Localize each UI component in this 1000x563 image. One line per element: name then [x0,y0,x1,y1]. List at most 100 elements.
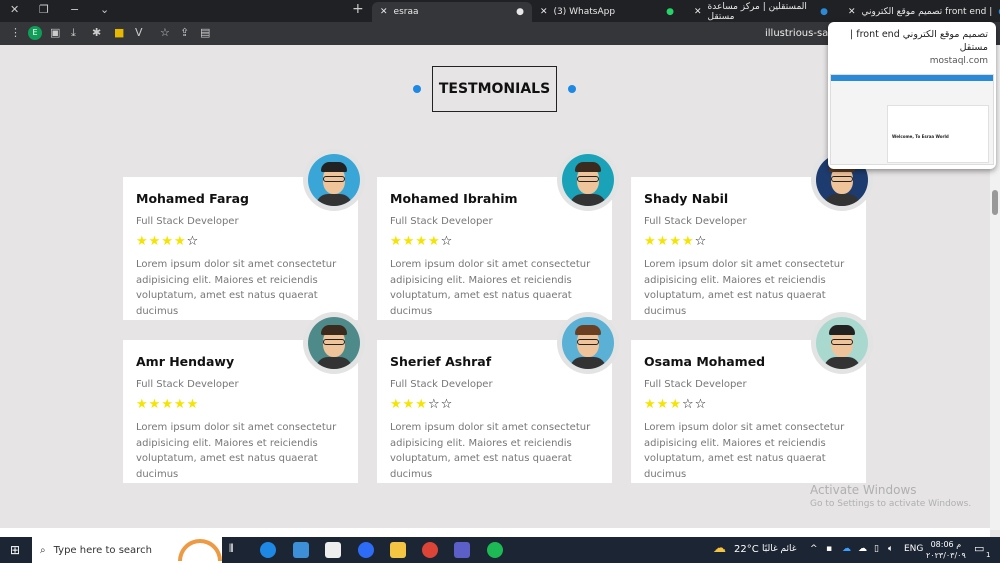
tab-label: (3) WhatsApp [553,7,616,17]
star-filled-icon: ★ [644,397,657,412]
language-indicator[interactable]: ENG [904,544,923,554]
sidebar-icon[interactable]: ▣ [50,26,60,39]
tab-whatsapp[interactable]: ✕ (3) WhatsApp ● [532,2,682,22]
chrome-icon[interactable] [422,542,438,558]
clock-time: 08:06 م [930,540,962,549]
heading-dot-right [568,85,576,93]
star-filled-icon: ★ [681,234,695,249]
extensions-icon[interactable]: ✱ [92,26,101,39]
tab-label: المستقلين | مركز مساعدة مستقل [707,2,807,22]
star-filled-icon: ★ [136,397,149,412]
mostaql-icon: ● [820,7,828,17]
star-filled-icon: ★ [669,397,682,412]
avatar [303,312,365,374]
star-filled-icon: ★ [656,397,670,412]
testimonial-text: Lorem ipsum dolor sit amet consectetur a… [136,259,337,317]
preview-text: Welcome, To Esraa World [892,134,949,139]
weather-text[interactable]: غائم غالبًا [762,544,796,554]
clock-date: ٢٠٢٣/٠٣/٠٩ [926,551,966,560]
watermark-subtitle: Go to Settings to activate Windows. [810,499,972,509]
star-filled-icon: ★ [173,234,187,249]
clock[interactable]: 08:06 م ٢٠٢٣/٠٣/٠٩ [926,539,966,561]
testimonial-text: Lorem ipsum dolor sit amet consectetur a… [644,259,845,317]
menu-icon[interactable]: ⋮ [10,26,21,39]
task-view-icon[interactable]: ⫴ [229,542,234,556]
close-tab-icon[interactable]: ✕ [380,7,388,17]
volume-icon[interactable]: 🔈︎ [888,544,893,554]
star-filled-icon: ★ [656,234,670,249]
testimonial-text: Lorem ipsum dolor sit amet consectetur a… [390,422,591,480]
star-filled-icon: ★ [148,234,162,249]
star-empty-icon: ☆ [694,397,708,412]
vue-extension-icon[interactable]: V [135,26,143,39]
star-filled-icon: ★ [415,234,428,249]
file-explorer-icon[interactable] [390,542,406,558]
star-filled-icon: ★ [390,397,403,412]
extension-icon[interactable]: ■ [114,26,124,39]
activate-windows-watermark: Activate Windows Go to Settings to activ… [810,483,971,509]
onedrive-personal-icon[interactable]: ☁ [858,544,867,554]
edge-icon[interactable] [260,542,276,558]
tray-app-icon[interactable]: ▪ [826,544,832,554]
star-filled-icon: ★ [402,397,416,412]
testimonial-role: Full Stack Developer [644,216,747,227]
testimonial-role: Full Stack Developer [136,379,239,390]
weather-temp[interactable]: 22°C [734,544,759,555]
bookmark-star-icon[interactable]: ☆ [160,26,170,39]
testimonial-text: Lorem ipsum dolor sit amet consectetur a… [390,259,591,317]
close-tab-icon[interactable]: ✕ [848,7,856,17]
close-tab-icon[interactable]: ✕ [540,7,548,17]
hover-card-title: تصميم موقع الكتروني front end | مستقل [849,29,988,53]
rainbow-icon [178,539,222,561]
star-empty-icon: ☆ [681,397,695,412]
minimize-window-icon[interactable]: − [70,3,79,16]
share-icon[interactable]: ⇪ [180,26,189,39]
mail-icon[interactable] [293,542,309,558]
scrollbar-thumb[interactable] [992,190,998,215]
onedrive-icon[interactable]: ☁ [842,544,851,554]
whatsapp-icon: ● [666,7,674,17]
zoom-icon[interactable] [358,542,374,558]
close-window-icon[interactable]: ✕ [10,3,19,16]
close-tab-icon[interactable]: ✕ [694,7,702,17]
teams-icon[interactable] [454,542,470,558]
avatar [811,312,873,374]
star-filled-icon: ★ [161,397,174,412]
star-empty-icon: ☆ [694,234,708,249]
star-filled-icon: ★ [644,234,657,249]
star-filled-icon: ★ [415,397,428,412]
tab-esraa[interactable]: ✕ esraa ● [372,2,532,22]
search-placeholder: Type here to search [53,544,152,556]
hover-card-preview: Welcome, To Esraa World [830,74,994,165]
profile-avatar[interactable]: E [28,26,42,40]
tab-mostaql-help[interactable]: ✕ المستقلين | مركز مساعدة مستقل ● [686,2,836,22]
reader-icon[interactable]: ▤ [200,26,210,39]
tab-label: تصميم موقع الكتروني front end | [861,7,993,17]
restore-window-icon[interactable]: ❐ [39,3,49,16]
rating-stars: ★★★★☆ [390,234,599,250]
notification-icon[interactable]: ▭ [974,542,984,555]
tray-chevron-icon[interactable]: ^ [810,544,818,554]
store-icon[interactable] [325,542,341,558]
rating-stars: ★★★★☆ [644,234,853,250]
star-filled-icon: ★ [390,234,403,249]
tab-hover-card: تصميم موقع الكتروني front end | مستقل mo… [828,22,996,169]
testimonial-role: Full Stack Developer [390,379,493,390]
tab-mostaql-project[interactable]: ✕ تصميم موقع الكتروني front end | ● [840,2,1000,22]
new-tab-button[interactable]: + [352,1,364,17]
testimonial-role: Full Stack Developer [390,216,493,227]
battery-icon[interactable]: ▯ [874,544,879,554]
taskbar-search[interactable]: ⌕ Type here to search [32,537,222,563]
section-title: TESTMONIALS [432,66,557,112]
avatar [557,149,619,211]
star-empty-icon: ☆ [440,397,454,412]
testimonial-role: Full Stack Developer [136,216,239,227]
spotify-icon[interactable] [487,542,503,558]
tab-search-icon[interactable]: ⌄ [100,3,109,16]
download-icon[interactable]: ⤓ [71,26,76,40]
avatar [557,312,619,374]
testimonial-role: Full Stack Developer [644,379,747,390]
windows-start-icon[interactable]: ⊞ [10,543,20,557]
star-filled-icon: ★ [427,234,441,249]
heading-dot-left [413,85,421,93]
